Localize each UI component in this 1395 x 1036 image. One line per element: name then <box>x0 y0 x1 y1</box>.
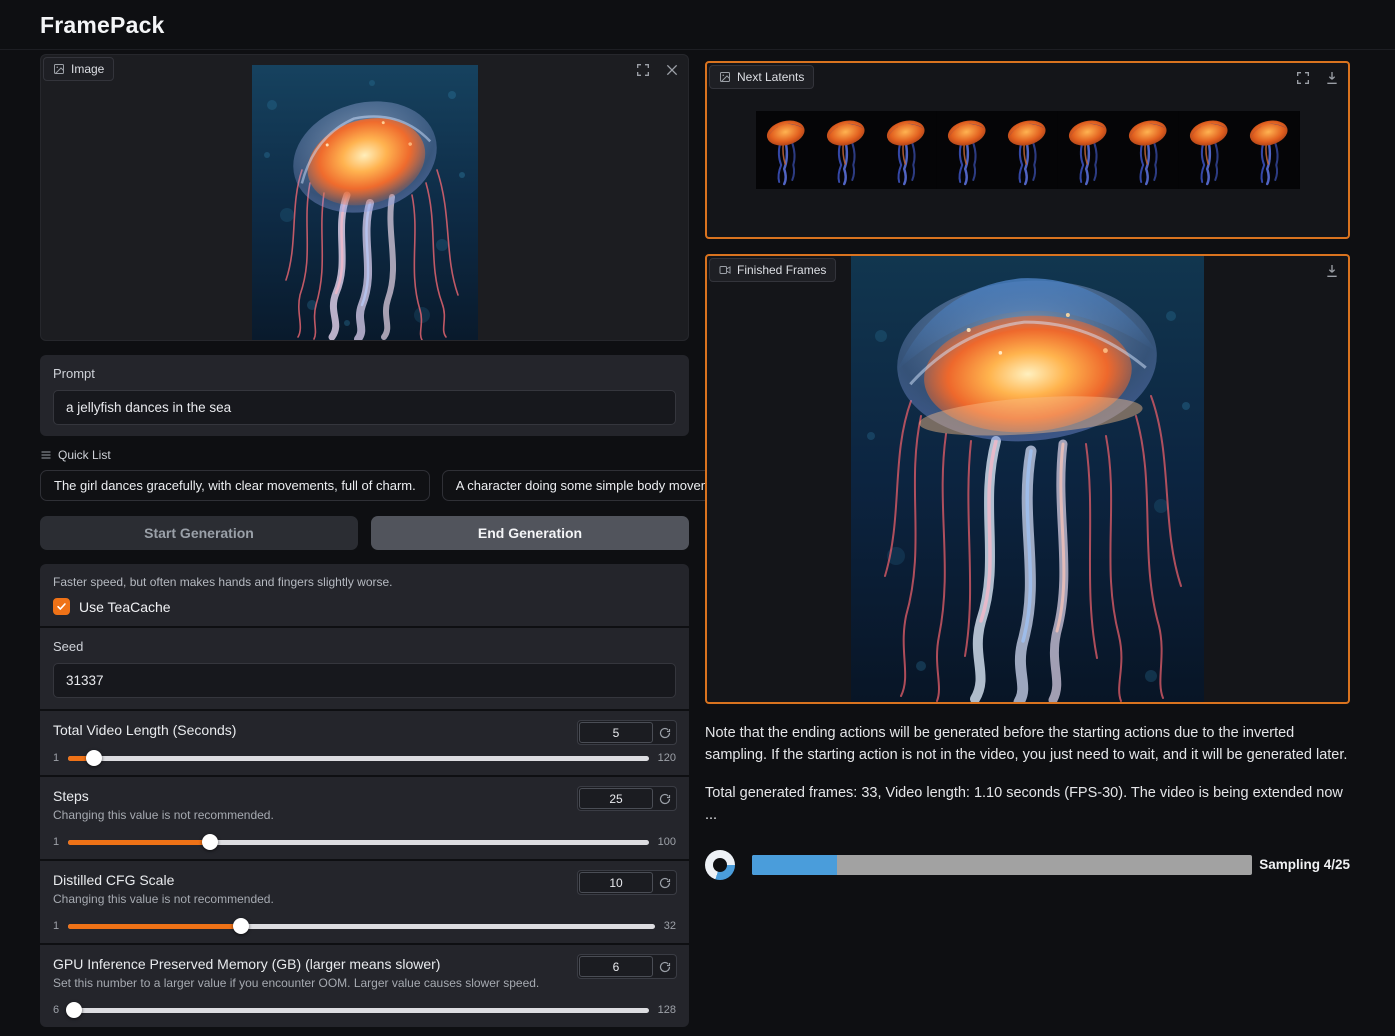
seed-label: Seed <box>53 639 676 654</box>
generation-status-text: Total generated frames: 33, Video length… <box>705 782 1350 827</box>
steps-slider[interactable] <box>68 840 649 845</box>
image-icon <box>53 63 65 75</box>
finished-frames-panel[interactable]: Finished Frames <box>705 254 1350 704</box>
latent-frame <box>1179 111 1239 189</box>
finished-frames-label: Finished Frames <box>737 263 826 277</box>
reset-icon[interactable] <box>654 871 676 894</box>
page-title: FramePack <box>40 12 1395 39</box>
progress-label: Sampling 4/25 <box>1252 857 1350 872</box>
slider-handle[interactable] <box>233 918 249 934</box>
slider-handle[interactable] <box>202 834 218 850</box>
finished-frames-label-tab: Finished Frames <box>709 258 836 282</box>
teacache-panel: Faster speed, but often makes hands and … <box>40 564 689 626</box>
loading-spinner-icon <box>705 850 735 880</box>
reset-icon[interactable] <box>654 721 676 744</box>
video-icon <box>719 264 731 276</box>
slider-max: 120 <box>658 752 676 764</box>
sampling-note: Note that the ending actions will be gen… <box>705 722 1350 767</box>
start-generation-button[interactable]: Start Generation <box>40 516 358 550</box>
gpu-slider[interactable] <box>68 1008 649 1013</box>
image-label: Image <box>71 62 104 76</box>
seed-input[interactable] <box>53 663 676 698</box>
finished-frames-video[interactable] <box>851 256 1204 702</box>
video-length-number-input[interactable]: 5 <box>579 722 653 743</box>
progress-row: Sampling 4/25 <box>705 850 1350 880</box>
download-icon[interactable] <box>1323 69 1340 86</box>
latent-frame <box>756 111 816 189</box>
slider-max: 32 <box>664 920 676 932</box>
next-latents-label-tab: Next Latents <box>709 65 814 89</box>
slider-distilled-cfg-scale: 10 Distilled CFG Scale Changing this val… <box>40 861 689 943</box>
slider-steps: 25 Steps Changing this value is not reco… <box>40 777 689 859</box>
image-icon <box>719 71 731 83</box>
checkbox-icon[interactable] <box>53 598 70 615</box>
seed-panel: Seed <box>40 628 689 709</box>
fullscreen-icon[interactable] <box>634 61 651 78</box>
teacache-info: Faster speed, but often makes hands and … <box>53 575 676 589</box>
slider-handle[interactable] <box>86 750 102 766</box>
reset-icon[interactable] <box>654 787 676 810</box>
slider-fill <box>68 840 210 845</box>
quick-list-label: Quick List <box>58 448 111 462</box>
video-length-slider[interactable] <box>68 756 649 761</box>
slider-min: 1 <box>53 920 59 932</box>
latent-frame <box>997 111 1057 189</box>
next-latents-label: Next Latents <box>737 70 804 84</box>
steps-number-group: 25 <box>577 786 677 811</box>
latents-strip[interactable] <box>756 111 1300 189</box>
video-length-number-group: 5 <box>577 720 677 745</box>
fullscreen-icon[interactable] <box>1294 69 1311 86</box>
next-latents-panel[interactable]: Next Latents <box>705 61 1350 239</box>
slider-min: 6 <box>53 1004 59 1016</box>
slider-min: 1 <box>53 836 59 848</box>
teacache-label: Use TeaCache <box>79 599 171 615</box>
menu-icon <box>40 449 52 461</box>
close-icon[interactable] <box>663 61 680 78</box>
prompt-label: Prompt <box>53 366 676 381</box>
image-label-tab: Image <box>43 57 114 81</box>
slider-min: 1 <box>53 752 59 764</box>
prompt-input[interactable] <box>53 390 676 425</box>
reset-icon[interactable] <box>654 955 676 978</box>
framepack-app: FramePack Image <box>0 0 1395 1036</box>
steps-number-input[interactable]: 25 <box>579 788 653 809</box>
latent-frame <box>1118 111 1178 189</box>
input-image-panel[interactable]: Image <box>40 54 689 341</box>
progress-bar <box>752 855 1252 875</box>
prompt-panel: Prompt <box>40 355 689 436</box>
cfg-number-group: 10 <box>577 870 677 895</box>
use-teacache-checkbox[interactable]: Use TeaCache <box>53 598 676 615</box>
latent-frame <box>937 111 997 189</box>
progress-fill <box>752 855 837 875</box>
latent-frame <box>876 111 936 189</box>
gpu-number-input[interactable]: 6 <box>579 956 653 977</box>
slider-fill <box>68 924 241 929</box>
latent-frame <box>1058 111 1118 189</box>
latent-frame <box>1239 111 1299 189</box>
cfg-slider[interactable] <box>68 924 655 929</box>
cfg-number-input[interactable]: 10 <box>579 872 653 893</box>
end-generation-button[interactable]: End Generation <box>371 516 689 550</box>
slider-total-video-length: 5 Total Video Length (Seconds) 1 120 <box>40 711 689 775</box>
slider-handle[interactable] <box>66 1002 82 1018</box>
slider-gpu-preserved-memory: 6 GPU Inference Preserved Memory (GB) (l… <box>40 945 689 1027</box>
quick-list: Quick List The girl dances gracefully, w… <box>40 448 689 501</box>
latent-frame <box>816 111 876 189</box>
gpu-number-group: 6 <box>577 954 677 979</box>
slider-max: 100 <box>658 836 676 848</box>
input-jellyfish-image <box>252 65 478 340</box>
quick-list-item-1[interactable]: The girl dances gracefully, with clear m… <box>40 470 430 501</box>
slider-max: 128 <box>658 1004 676 1016</box>
download-icon[interactable] <box>1323 262 1340 279</box>
